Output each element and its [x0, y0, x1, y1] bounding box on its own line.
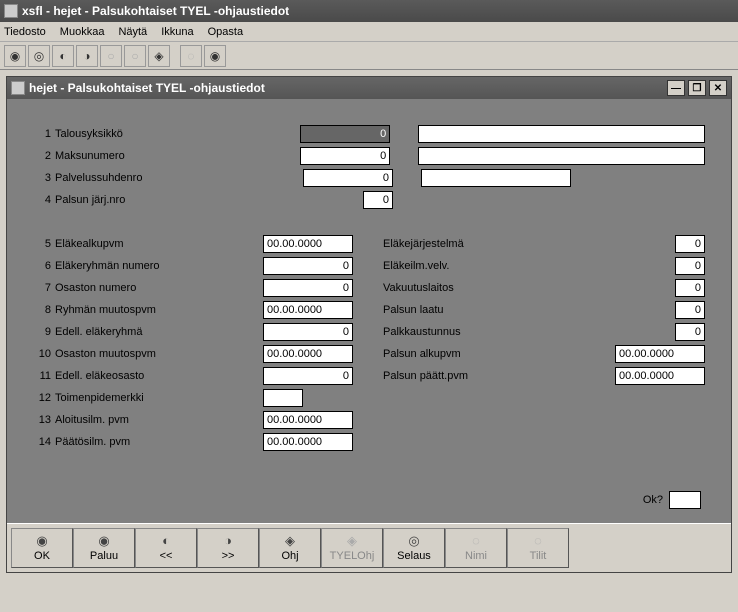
label-13: 13Aloitusilm. pvm	[33, 414, 263, 426]
label-12: 12Toimenpidemerkki	[33, 392, 263, 404]
selaus-icon: ◎	[408, 534, 419, 548]
tool-empty-1-icon: ○	[100, 45, 122, 67]
ok-button[interactable]: ◉OK	[11, 528, 73, 568]
label-r8: Palsun laatu	[383, 304, 563, 316]
ohj-button[interactable]: ◈Ohj	[259, 528, 321, 568]
form-area: 1Talousyksikkö 2Maksunumero 3Palvelussuh…	[7, 99, 731, 523]
nimi-button: ◌Nimi	[445, 528, 507, 568]
menu-muokkaa[interactable]: Muokkaa	[60, 26, 105, 38]
label-7: 7Osaston numero	[33, 282, 263, 294]
field-toimenpidemerkki[interactable]	[263, 389, 303, 407]
tool-misc-2-icon[interactable]: ◉	[204, 45, 226, 67]
field-ryhman-muutospvm[interactable]	[263, 301, 353, 319]
next-icon: ◑	[224, 534, 232, 548]
window-title: hejet - Palsukohtaiset TYEL -ohjaustiedo…	[29, 81, 265, 95]
menu-ikkuna[interactable]: Ikkuna	[161, 26, 193, 38]
tool-half-1-icon[interactable]: ◐	[52, 45, 74, 67]
ok-label: Ok?	[643, 494, 663, 506]
label-6: 6Eläkeryhmän numero	[33, 260, 263, 272]
ok-icon: ◉	[36, 534, 47, 548]
menu-opasta[interactable]: Opasta	[208, 26, 243, 38]
next-button[interactable]: ◑>>	[197, 528, 259, 568]
button-bar: ◉OK ◉Paluu ◐<< ◑>> ◈Ohj ◈TYELOhj ◎Selaus…	[7, 523, 731, 572]
label-r6: Eläkeilm.velv.	[383, 260, 563, 272]
tool-circle-1-icon[interactable]: ◉	[4, 45, 26, 67]
field-talousyksikko[interactable]	[300, 125, 390, 143]
window-icon	[11, 81, 25, 95]
label-2: 2Maksunumero	[33, 150, 261, 162]
field-elakejarjestelma[interactable]	[675, 235, 705, 253]
field-palsun-alkupvm[interactable]	[615, 345, 705, 363]
nimi-icon: ◌	[472, 534, 480, 548]
tilit-button: ◌Tilit	[507, 528, 569, 568]
tilit-icon: ◌	[534, 534, 542, 548]
tool-circle-2-icon[interactable]: ◎	[28, 45, 50, 67]
ok-field[interactable]	[669, 491, 701, 509]
app-titlebar: xsfl - hejet - Palsukohtaiset TYEL -ohja…	[0, 0, 738, 22]
field-osaston-numero[interactable]	[263, 279, 353, 297]
field-elakeilm-velv[interactable]	[675, 257, 705, 275]
label-r10: Palsun alkupvm	[383, 348, 563, 360]
inner-window: hejet - Palsukohtaiset TYEL -ohjaustiedo…	[6, 76, 732, 573]
label-10: 10Osaston muutospvm	[33, 348, 263, 360]
label-11: 11Edell. eläkeosasto	[33, 370, 263, 382]
label-r7: Vakuutuslaitos	[383, 282, 563, 294]
field-talousyksikko-desc[interactable]	[418, 125, 705, 143]
app-title: xsfl - hejet - Palsukohtaiset TYEL -ohja…	[22, 4, 289, 18]
label-3: 3Palvelussuhdenro	[33, 172, 263, 184]
label-r9: Palkkaustunnus	[383, 326, 563, 338]
selaus-button[interactable]: ◎Selaus	[383, 528, 445, 568]
label-r11: Palsun päätt.pvm	[383, 370, 563, 382]
label-r5: Eläkejärjestelmä	[383, 238, 563, 250]
field-edell-elakeryhma[interactable]	[263, 323, 353, 341]
close-button[interactable]: ✕	[709, 80, 727, 96]
field-palvelussuhdenro-desc[interactable]	[421, 169, 571, 187]
label-4: 4Palsun järj.nro	[33, 194, 263, 206]
label-1: 1Talousyksikkö	[33, 128, 261, 140]
field-elakeryhman-numero[interactable]	[263, 257, 353, 275]
tyelohj-button: ◈TYELOhj	[321, 528, 383, 568]
label-8: 8Ryhmän muutospvm	[33, 304, 263, 316]
field-osaston-muutospvm[interactable]	[263, 345, 353, 363]
field-maksunumero[interactable]	[300, 147, 390, 165]
minimize-button[interactable]: —	[667, 80, 685, 96]
tyelohj-icon: ◈	[347, 534, 357, 548]
paluu-button[interactable]: ◉Paluu	[73, 528, 135, 568]
field-palsun-jarjnro[interactable]	[363, 191, 393, 209]
prev-button[interactable]: ◐<<	[135, 528, 197, 568]
label-14: 14Päätösilm. pvm	[33, 436, 263, 448]
tool-half-2-icon[interactable]: ◑	[76, 45, 98, 67]
menu-tiedosto[interactable]: Tiedosto	[4, 26, 46, 38]
toolbar: ◉ ◎ ◐ ◑ ○ ○ ◈ ◌ ◉	[0, 42, 738, 70]
window-titlebar: hejet - Palsukohtaiset TYEL -ohjaustiedo…	[7, 77, 731, 99]
maximize-button[interactable]: ❐	[688, 80, 706, 96]
field-elakealkupvm[interactable]	[263, 235, 353, 253]
tool-diamond-icon[interactable]: ◈	[148, 45, 170, 67]
field-paatosilm-pvm[interactable]	[263, 433, 353, 451]
tool-misc-1-icon: ◌	[180, 45, 202, 67]
field-vakuutuslaitos[interactable]	[675, 279, 705, 297]
menu-nayta[interactable]: Näytä	[118, 26, 147, 38]
field-aloitusilm-pvm[interactable]	[263, 411, 353, 429]
ohj-icon: ◈	[285, 534, 295, 548]
field-palvelussuhdenro[interactable]	[303, 169, 393, 187]
menubar: Tiedosto Muokkaa Näytä Ikkuna Opasta	[0, 22, 738, 42]
field-maksunumero-desc[interactable]	[418, 147, 705, 165]
back-icon: ◉	[98, 534, 109, 548]
prev-icon: ◐	[162, 534, 170, 548]
field-palkkaustunnus[interactable]	[675, 323, 705, 341]
app-icon	[4, 4, 18, 18]
field-palsun-paattpvm[interactable]	[615, 367, 705, 385]
label-9: 9Edell. eläkeryhmä	[33, 326, 263, 338]
label-5: 5Eläkealkupvm	[33, 238, 263, 250]
field-edell-elakeosasto[interactable]	[263, 367, 353, 385]
field-palsun-laatu[interactable]	[675, 301, 705, 319]
tool-empty-2-icon: ○	[124, 45, 146, 67]
